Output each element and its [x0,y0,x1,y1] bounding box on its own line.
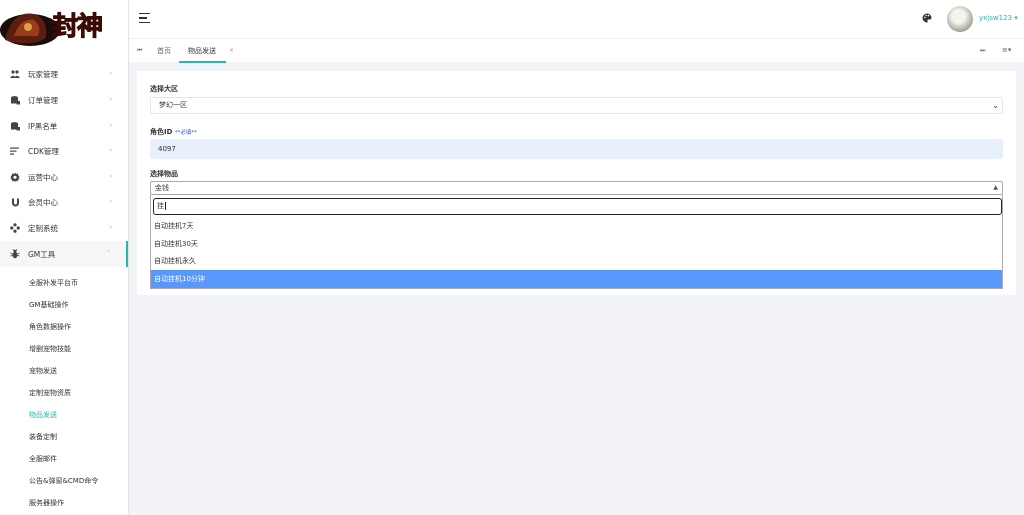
sidebar-item-gm-tools[interactable]: GM工具 ˅ [0,241,128,267]
gear-icon [10,172,20,182]
dropdown-option[interactable]: 自动挂机30天 [151,235,1002,253]
magnet-icon [10,197,20,207]
sidebar-item-players[interactable]: 玩家管理 › [0,61,128,87]
role-id-value: 4097 [158,145,176,153]
dropdown-option[interactable]: 自动挂机永久 [151,252,1002,270]
users-icon [10,69,20,79]
submenu-item[interactable]: 公告&弹窗&CMD命令 [29,476,98,486]
sidebar-item-custom-system[interactable]: 定制系统 › [0,215,128,241]
logo-text: 封神 [51,12,103,43]
logo: 封神 [0,0,128,58]
username-label: yxjsw123 [979,14,1012,22]
submenu-item[interactable]: 服务器操作 [29,498,64,508]
sidebar-item-label: 会员中心 [28,197,58,207]
sidebar-item-orders[interactable]: 订单管理 › [0,87,128,113]
form-card: 选择大区 梦幻一区 ⌄ 角色ID **必填** 4097 选择物品 金钱 ▲ 挂… [137,71,1016,295]
region-select[interactable]: 梦幻一区 ⌄ [150,97,1003,114]
chevron-right-icon: › [109,70,112,77]
database-icon [10,95,20,105]
caret-up-icon: ▲ [993,184,998,191]
submenu-item[interactable]: 宠物发送 [29,366,57,376]
tab-scroll-left-icon[interactable]: ⏮ [137,47,142,55]
sidebar-item-operations[interactable]: 运营中心 › [0,164,128,190]
sidebar-item-label: GM工具 [28,249,56,259]
item-value: 金钱 [155,184,169,192]
sidebar-item-label: 订单管理 [28,95,58,105]
item-label: 选择物品 [150,170,178,178]
item-dropdown: 挂 自动挂机7天 自动挂机30天 自动挂机永久 自动挂机10分钟 [150,195,1003,289]
region-label: 选择大区 [150,85,178,93]
item-select[interactable]: 金钱 ▲ [150,181,1003,195]
database-icon [10,121,20,131]
apps-icon [10,223,20,233]
submenu-item[interactable]: 装备定制 [29,432,57,442]
dropdown-option[interactable]: 自动挂机7天 [151,217,1002,235]
sidebar-item-members[interactable]: 会员中心 › [0,189,128,215]
tab-label: 物品发送 [188,47,216,55]
bug-icon [10,249,20,259]
menu-toggle-icon[interactable] [139,13,150,23]
item-search-input[interactable]: 挂 [153,198,1002,215]
chevron-down-icon: ˅ [107,250,110,257]
tab-close-icon[interactable]: × [229,47,234,54]
dropdown-option-highlighted[interactable]: 自动挂机10分钟 [151,270,1002,288]
chevron-right-icon: › [109,173,112,180]
sidebar-item-label: 运营中心 [28,172,58,182]
submenu-item[interactable]: 全服补发平台币 [29,278,78,288]
submenu-item[interactable]: 定制宠物资质 [29,388,71,398]
tab-current[interactable]: 物品发送 [179,39,226,63]
sidebar-item-label: IP黑名单 [28,121,58,131]
submenu-item-current[interactable]: 物品发送 [29,410,57,420]
text-cursor [165,202,166,210]
sidebar: 封神 玩家管理 › 订单管理 › IP黑名单 › CDK管理 › 运营中心 › [0,0,129,515]
region-value: 梦幻一区 [159,101,187,109]
chevron-right-icon: › [109,122,112,129]
chevron-down-icon: ⌄ [992,101,999,110]
submenu-item[interactable]: GM基础操作 [29,300,68,310]
caret-down-icon: ▾ [1014,14,1018,22]
chevron-right-icon: › [109,147,112,154]
tab-label: 首页 [157,47,171,55]
tab-bar: ⏮ 首页 物品发送 × ⏭ ≡▾ [129,38,1024,63]
required-hint: **必填** [174,130,197,136]
role-id-input[interactable]: 4097 [150,139,1003,159]
sidebar-item-cdk[interactable]: CDK管理 › [0,138,128,164]
chevron-right-icon: › [109,198,112,205]
role-label: 角色ID **必填** [150,127,197,137]
user-menu[interactable]: yxjsw123 ▾ [979,14,1018,22]
list-icon [10,146,20,156]
tab-options-icon[interactable]: ≡▾ [1002,46,1011,54]
role-label-text: 角色ID [150,128,173,136]
tab-home[interactable]: 首页 [157,39,171,63]
submenu-item[interactable]: 角色数据操作 [29,322,71,332]
submenu-item[interactable]: 增删宠物技能 [29,344,71,354]
chevron-right-icon: › [109,96,112,103]
sidebar-item-label: 玩家管理 [28,69,58,79]
sidebar-item-label: CDK管理 [28,146,59,156]
top-bar: yxjsw123 ▾ [129,0,1024,38]
sidebar-item-label: 定制系统 [28,223,58,233]
sidebar-item-ip-blacklist[interactable]: IP黑名单 › [0,113,128,139]
palette-icon[interactable] [922,13,932,23]
chevron-right-icon: › [109,224,112,231]
search-value: 挂 [157,202,164,210]
tab-scroll-right-icon[interactable]: ⏭ [980,47,985,55]
submenu-item[interactable]: 全服邮件 [29,454,57,464]
avatar[interactable] [947,6,973,32]
